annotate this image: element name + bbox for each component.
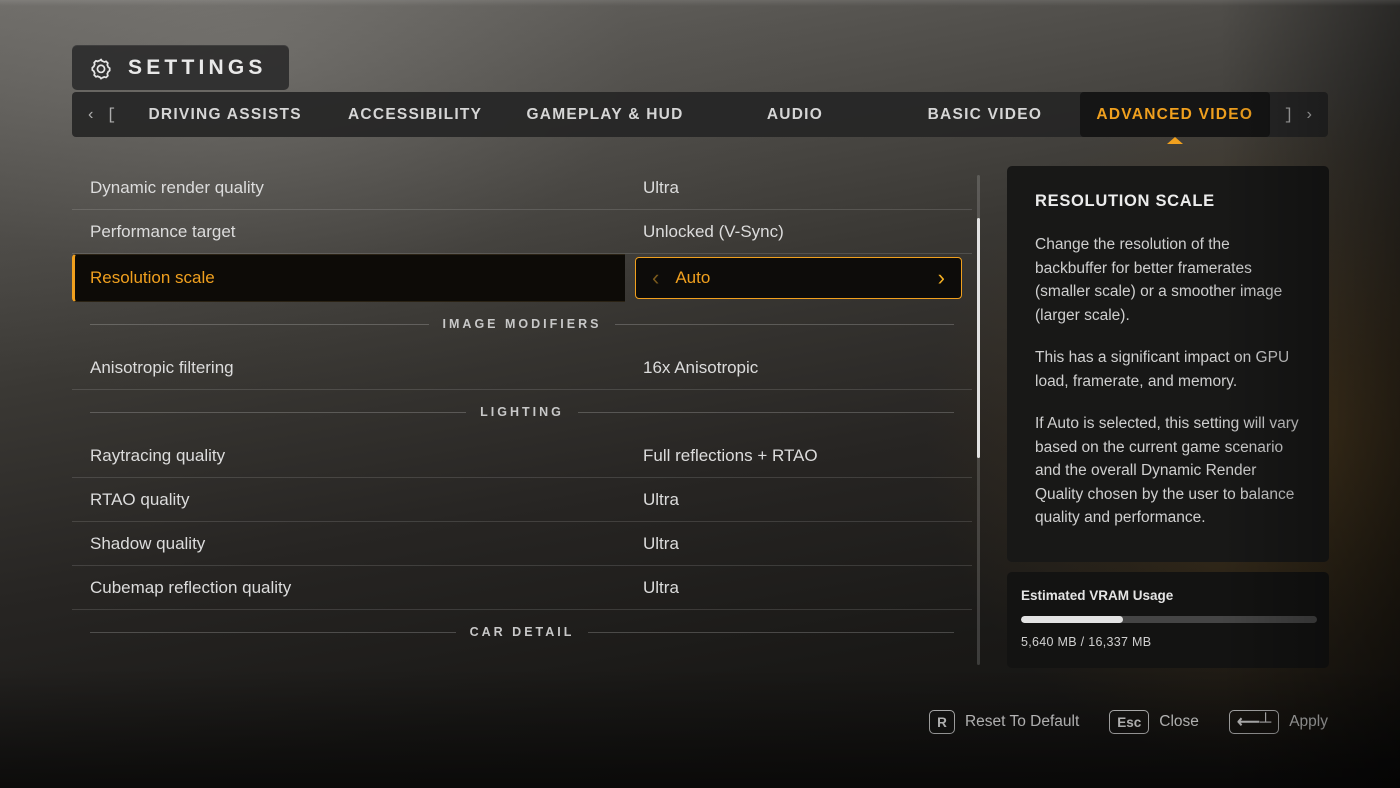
- section-label: CAR DETAIL: [469, 625, 575, 639]
- tab-gameplay-hud[interactable]: GAMEPLAY & HUD: [510, 92, 700, 137]
- setting-value[interactable]: ‹ Auto ›: [625, 254, 972, 302]
- section-divider-image-modifiers: IMAGE MODIFIERS: [72, 302, 972, 346]
- tabs-prev-control[interactable]: ‹ [: [72, 92, 130, 137]
- tab-driving-assists[interactable]: DRIVING ASSISTS: [130, 92, 320, 137]
- info-paragraph: Change the resolution of the backbuffer …: [1035, 236, 1283, 324]
- setting-label: Shadow quality: [72, 522, 625, 566]
- setting-value[interactable]: Ultra: [625, 166, 972, 210]
- footer-action-close[interactable]: Esc Close: [1109, 710, 1199, 734]
- setting-label: Cubemap reflection quality: [72, 566, 625, 610]
- stepper-prev-icon[interactable]: ‹: [652, 267, 659, 289]
- setting-value[interactable]: Ultra: [625, 522, 972, 566]
- setting-value[interactable]: Full reflections + RTAO: [625, 434, 972, 478]
- key-hint-icon: ⟵┴: [1228, 710, 1280, 734]
- vram-progress-fill: [1021, 616, 1124, 623]
- setting-row-rtao-quality[interactable]: RTAO quality Ultra: [72, 478, 972, 522]
- divider-line-right: [588, 631, 955, 633]
- setting-value[interactable]: Ultra: [625, 566, 972, 610]
- section-label: LIGHTING: [480, 405, 564, 419]
- setting-row-cubemap-reflection-quality[interactable]: Cubemap reflection quality Ultra: [72, 566, 972, 610]
- settings-list: Dynamic render quality Ultra Performance t…: [72, 166, 972, 672]
- info-paragraph: This has a significant impact on GPU loa…: [1035, 349, 1290, 390]
- stepper-value: Auto: [675, 268, 711, 287]
- tab-accessibility[interactable]: ACCESSIBILITY: [320, 92, 510, 137]
- setting-row-resolution-scale[interactable]: Resolution scale ‹ Auto ›: [72, 254, 972, 302]
- setting-row-shadow-quality[interactable]: Shadow quality Ultra: [72, 522, 972, 566]
- bumper-right-icon: ]: [1283, 105, 1294, 124]
- setting-row-raytracing-quality[interactable]: Raytracing quality Full reflections + RTA…: [72, 434, 972, 478]
- setting-label: Performance target: [72, 210, 625, 254]
- footer-action-apply[interactable]: ⟵┴ Apply: [1228, 710, 1328, 734]
- footer-action-reset-to-default[interactable]: R Reset To Default: [928, 710, 1080, 734]
- setting-value[interactable]: Ultra: [625, 478, 972, 522]
- section-divider-car-detail: CAR DETAIL: [72, 610, 972, 654]
- value-stepper[interactable]: ‹ Auto ›: [635, 257, 962, 299]
- vram-readout: 5,640 MB / 16,337 MB: [1021, 635, 1152, 649]
- chevron-right-icon[interactable]: ›: [1304, 106, 1314, 124]
- divider-line-right: [577, 411, 954, 413]
- tabs-next-control[interactable]: ] ›: [1270, 92, 1328, 137]
- chevron-left-icon[interactable]: ‹: [86, 106, 96, 124]
- section-divider-lighting: LIGHTING: [72, 390, 972, 434]
- settings-screen: SETTINGS ‹ [ DRIVING ASSISTS ACCESSIBILIT…: [0, 0, 1400, 788]
- divider-line-left: [90, 411, 467, 413]
- tab-basic-video[interactable]: BASIC VIDEO: [890, 92, 1080, 137]
- vram-panel: Estimated VRAM Usage 5,640 MB / 16,337 M…: [1007, 572, 1329, 668]
- key-hint-icon: R: [928, 710, 955, 734]
- setting-value[interactable]: 16x Anisotropic: [625, 346, 972, 390]
- vram-progress-bar: [1021, 616, 1317, 623]
- setting-label: Dynamic render quality: [72, 166, 625, 210]
- settings-scrollbar[interactable]: [977, 175, 980, 665]
- setting-label: Resolution scale: [72, 254, 625, 302]
- scrollbar-thumb[interactable]: [977, 218, 980, 458]
- bumper-left-icon: [: [106, 105, 117, 124]
- info-paragraph: If Auto is selected, this setting will v…: [1035, 415, 1299, 526]
- page-title: SETTINGS: [128, 55, 267, 79]
- tab-audio[interactable]: AUDIO: [700, 92, 890, 137]
- divider-line-right: [615, 323, 954, 325]
- setting-row-dynamic-render-quality[interactable]: Dynamic render quality Ultra: [72, 166, 972, 210]
- footer-action-label: Apply: [1289, 713, 1328, 730]
- info-panel: RESOLUTION SCALE Change the resolution o…: [1007, 166, 1329, 562]
- key-hint-icon: Esc: [1109, 710, 1150, 734]
- info-panel-body: Change the resolution of the backbuffer …: [1035, 233, 1301, 530]
- divider-line-left: [90, 323, 429, 325]
- tab-bar: ‹ [ DRIVING ASSISTS ACCESSIBILITY GAMEPLAY…: [72, 92, 1328, 137]
- footer-actions: R Reset To Default Esc Close ⟵┴ Apply: [928, 710, 1328, 734]
- divider-line-left: [90, 631, 456, 633]
- setting-label: RTAO quality: [72, 478, 625, 522]
- info-panel-title: RESOLUTION SCALE: [1035, 192, 1215, 210]
- footer-action-label: Reset To Default: [964, 713, 1080, 730]
- setting-row-anisotropic-filtering[interactable]: Anisotropic filtering 16x Anisotropic: [72, 346, 972, 390]
- vram-title: Estimated VRAM Usage: [1021, 588, 1174, 603]
- setting-value[interactable]: Unlocked (V-Sync): [625, 210, 972, 254]
- setting-label: Raytracing quality: [72, 434, 625, 478]
- setting-label: Anisotropic filtering: [72, 346, 625, 390]
- stepper-next-icon[interactable]: ›: [938, 267, 945, 289]
- section-label: IMAGE MODIFIERS: [442, 317, 602, 331]
- footer-action-label: Close: [1159, 713, 1199, 730]
- settings-header: SETTINGS: [72, 45, 289, 90]
- setting-row-performance-target[interactable]: Performance target Unlocked (V-Sync): [72, 210, 972, 254]
- gear-icon: [88, 55, 114, 81]
- tab-list: DRIVING ASSISTS ACCESSIBILITY GAMEPLAY & H…: [130, 92, 1270, 137]
- tab-advanced-video[interactable]: ADVANCED VIDEO: [1079, 92, 1270, 137]
